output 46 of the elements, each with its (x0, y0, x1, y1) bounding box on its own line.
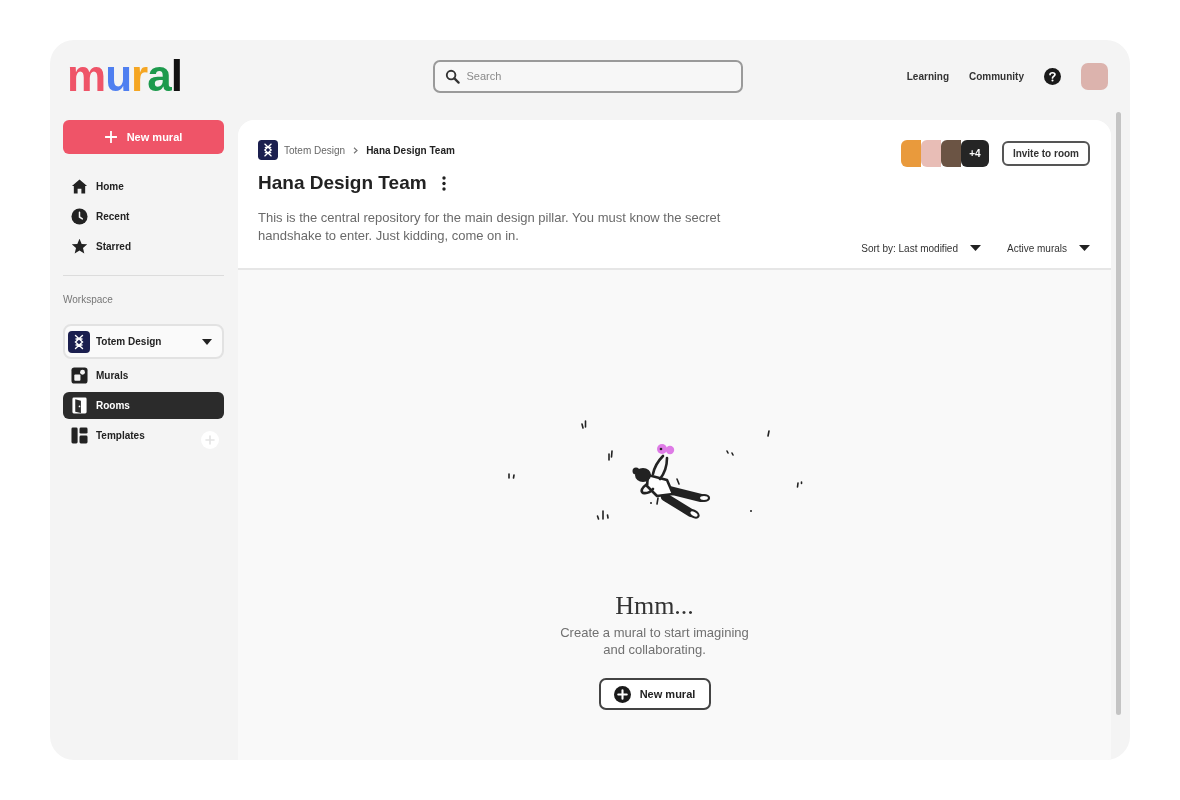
search-field[interactable]: Search (432, 59, 743, 93)
breadcrumb-link[interactable]: Hana Design Team (366, 142, 455, 158)
add-icon[interactable] (201, 430, 219, 449)
sort-dropdown[interactable]: Sort by: Last modified (861, 240, 981, 256)
nav-link[interactable]: Community (969, 68, 1024, 84)
room-description: This is the central repository for the main design pillar. You must know the secret handshake to enter. Just kidding, come on in. (258, 209, 722, 245)
member-avatar[interactable] (940, 140, 961, 167)
mural-logo[interactable]: mural (67, 54, 182, 98)
star-icon (71, 237, 88, 255)
empty-state-title: Hmm... (615, 591, 694, 621)
filter-dropdown[interactable]: Active murals (1007, 240, 1090, 256)
more-options-icon[interactable] (441, 175, 446, 191)
breadcrumb-link[interactable]: Totem Design (284, 142, 346, 158)
nav-link[interactable]: Learning (906, 68, 949, 84)
sidebar-item[interactable]: Rooms (63, 392, 224, 419)
workspace-logo-icon (68, 330, 90, 353)
help-icon[interactable] (1044, 67, 1061, 85)
workspace-logo-icon (258, 140, 278, 160)
caret-down-icon (1079, 245, 1090, 251)
chevron-right-icon (353, 146, 359, 154)
more-members-badge[interactable]: +4 (960, 140, 989, 167)
clock-icon (71, 207, 88, 225)
member-avatar[interactable] (900, 140, 921, 167)
sidebar-item[interactable]: Murals (63, 362, 224, 389)
layout-icon (71, 427, 88, 444)
door-icon (71, 397, 88, 414)
search-icon (444, 68, 460, 84)
home-icon (71, 177, 88, 195)
room-title: Hana Design Team (258, 172, 427, 194)
plus-icon (104, 131, 117, 143)
section-label: Workspace (63, 294, 114, 306)
workspace-dropdown[interactable]: Totem Design (63, 324, 224, 359)
sidebar-item[interactable]: Templates (63, 422, 224, 449)
invite-button[interactable]: Invite to room (1001, 141, 1090, 166)
new-mural-button[interactable]: New mural (598, 678, 711, 710)
sidebar-item[interactable]: Starred (63, 231, 224, 261)
search-input[interactable]: Search (466, 61, 741, 91)
sidebar-item[interactable]: Home (63, 171, 224, 201)
caret-down-icon (202, 338, 212, 345)
user-avatar[interactable] (1081, 62, 1108, 90)
sidebar-item[interactable]: Recent (63, 201, 224, 231)
scrollbar-thumb[interactable] (1116, 112, 1121, 715)
caret-down-icon (970, 245, 981, 251)
plus-circle-icon (613, 685, 631, 703)
empty-state-message: Create a mural to start imagining and collaborating. (559, 624, 750, 658)
image-frame-icon (71, 367, 88, 384)
